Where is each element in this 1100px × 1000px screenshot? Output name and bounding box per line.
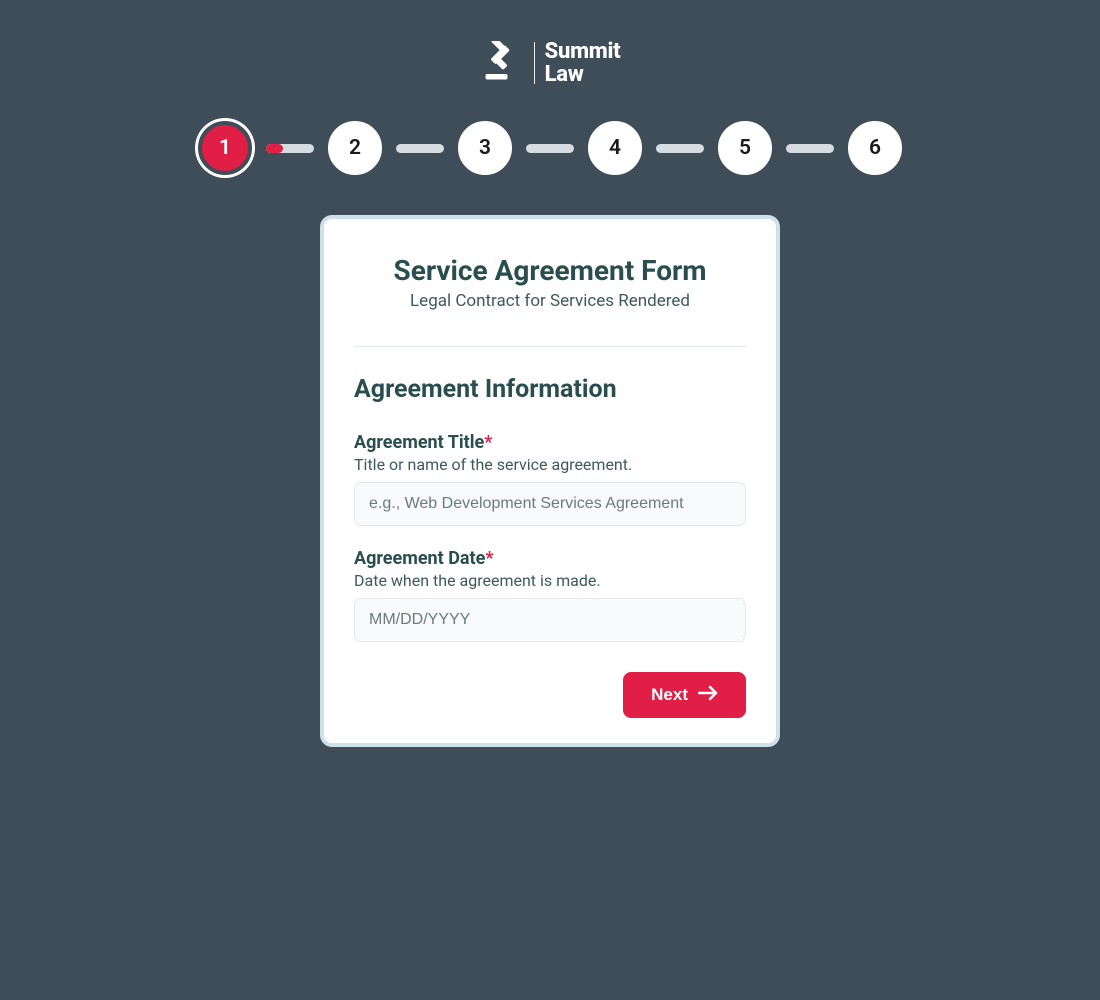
step-connector [656,144,704,153]
arrow-right-icon [698,685,718,706]
agreement-title-input[interactable] [354,482,746,526]
step-2[interactable]: 2 [328,121,382,175]
required-indicator: * [485,548,493,569]
field-agreement-title: Agreement Title* Title or name of the se… [354,432,746,526]
card-title: Service Agreement Form [354,254,746,287]
next-button[interactable]: Next [623,672,746,718]
agreement-title-hint: Title or name of the service agreement. [354,455,746,474]
stepper: 1 2 3 4 5 6 [198,121,902,175]
step-4[interactable]: 4 [588,121,642,175]
agreement-date-hint: Date when the agreement is made. [354,571,746,590]
agreement-date-input[interactable] [354,598,746,642]
step-connector [526,144,574,153]
required-indicator: * [484,432,492,453]
card-divider [354,346,746,347]
gavel-icon [480,41,524,85]
step-connector [396,144,444,153]
brand-name-line1: Summit [545,40,621,63]
brand-name: Summit Law [545,40,621,86]
step-6[interactable]: 6 [848,121,902,175]
step-connector [266,144,314,153]
logo-divider [534,42,535,84]
step-5[interactable]: 5 [718,121,772,175]
next-button-label: Next [651,685,688,705]
brand-name-line2: Law [545,63,621,86]
card-subtitle: Legal Contract for Services Rendered [354,291,746,311]
brand-logo: Summit Law [480,40,621,86]
field-agreement-date: Agreement Date* Date when the agreement … [354,548,746,642]
section-title: Agreement Information [354,375,746,404]
step-connector [786,144,834,153]
agreement-title-label: Agreement Title* [354,432,746,453]
agreement-date-label: Agreement Date* [354,548,746,569]
step-3[interactable]: 3 [458,121,512,175]
form-card: Service Agreement Form Legal Contract fo… [320,215,780,747]
step-1[interactable]: 1 [198,121,252,175]
card-footer: Next [354,672,746,718]
